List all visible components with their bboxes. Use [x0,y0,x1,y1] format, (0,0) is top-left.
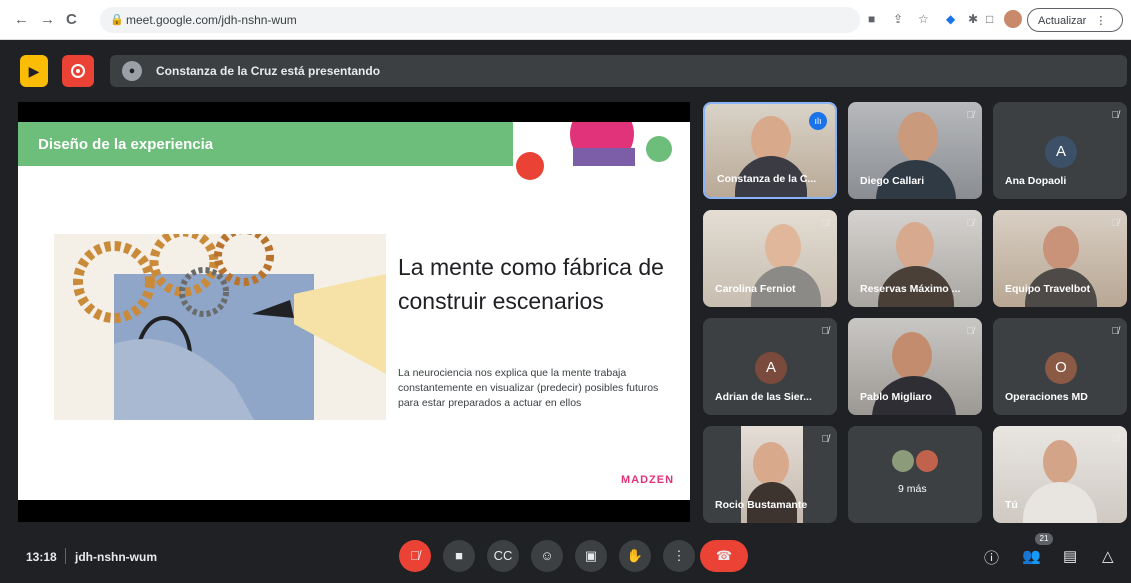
mic-off-icon: 🎙̸ [1111,326,1120,337]
mic-off-icon: 🎙̸ [1111,218,1120,229]
participant-face [898,112,938,162]
participant-avatar: O [1045,352,1077,384]
mic-toggle-button[interactable]: 🎙̸ [399,540,431,572]
presentation-view: Diseño de la experiencia La mente como f… [18,102,690,522]
update-button[interactable]: Actualizar ⋮ [1027,8,1123,32]
brand-logo: MADZEN [621,474,675,486]
people-icon[interactable]: 👥 [1022,547,1041,565]
more-options-button[interactable]: ⋮ [663,540,695,572]
participant-name: Equipo Travelbot [1005,283,1091,295]
participant-tile[interactable]: 🎙̸ Carolina Ferniot [703,210,837,307]
meeting-code: jdh-nshn-wum [75,550,157,564]
raise-hand-button[interactable]: ✋ [619,540,651,572]
participant-tile[interactable]: 🎙̸ Diego Callari [848,102,982,199]
participant-name: Pablo Migliaro [860,391,932,403]
decor-bar [573,148,635,166]
speaking-icon: ılı [809,112,827,130]
mic-off-icon: 🎙̸ [821,326,830,337]
participant-name: Reservas Máximo ... [860,283,961,295]
captions-button[interactable]: CC [487,540,519,572]
more-count: 9 más [898,483,927,495]
participant-avatar: A [755,352,787,384]
participant-face [1043,226,1079,270]
clock: 13:18 [26,550,57,564]
emoji-button[interactable]: ☺ [531,540,563,572]
participant-face [892,332,932,380]
participant-face [896,222,934,270]
decor-circle [516,152,544,180]
url-text: meet.google.com/jdh-nshn-wum [126,13,297,27]
participant-name: Adrian de las Sier... [715,391,812,403]
puzzle-icon[interactable]: ✱ [968,12,978,26]
more-participants-tile[interactable]: 9 más [848,426,982,523]
participant-avatar: A [1045,136,1077,168]
camera-toggle-button[interactable]: ■ [443,540,475,572]
presentation-bar: ▶ ● Constanza de la Cruz está presentand… [0,53,1131,89]
star-icon[interactable]: ☆ [918,12,929,26]
recording-button[interactable] [62,55,94,87]
participant-name: Constanza de la C... [717,173,817,185]
forward-icon[interactable]: → [40,11,55,28]
participant-name: Diego Callari [860,175,925,187]
mic-off-icon: 🎙̸ [821,218,830,229]
participant-face [765,224,801,270]
mic-off-icon: 🎙̸ [966,218,975,229]
participant-name: Tú [1005,499,1018,511]
slide: Diseño de la experiencia La mente como f… [18,122,690,500]
presenting-banner: ● Constanza de la Cruz está presentando [110,55,1127,87]
sidepanel-icon[interactable]: □ [986,12,993,26]
participant-face [753,442,789,486]
leave-call-button[interactable]: ☎ [700,540,748,572]
participant-tile[interactable]: ılı Constanza de la C... [703,102,837,199]
decor-circle [646,136,672,162]
self-tile[interactable]: 🎙̸ Tú [993,426,1127,523]
participant-tile[interactable]: 🎙̸ Reservas Máximo ... [848,210,982,307]
profile-avatar[interactable] [1004,10,1022,28]
back-icon[interactable]: ← [14,11,29,28]
slide-body: La neurociencia nos explica que la mente… [398,367,659,409]
presenting-text: Constanza de la Cruz está presentando [156,64,381,78]
mic-off-icon: 🎙̸ [821,434,830,445]
activity-icon[interactable]: ▶ [20,55,48,87]
reload-icon[interactable]: C [66,11,77,28]
participant-tile[interactable]: 🎙̸ Equipo Travelbot [993,210,1127,307]
participant-tile[interactable]: 🎙̸ A Ana Dopaoli [993,102,1127,199]
activities-icon[interactable]: △ [1102,547,1114,565]
info-icon[interactable]: ⓘ [984,547,999,568]
browser-toolbar: ← → C 🔒 meet.google.com/jdh-nshn-wum ■ ⇪… [0,0,1131,40]
participant-tile[interactable]: 🎙̸ O Operaciones MD [993,318,1127,415]
brain-gears-illustration [54,226,386,420]
address-bar[interactable]: 🔒 meet.google.com/jdh-nshn-wum [100,7,860,33]
participant-avatar [892,450,914,472]
share-icon[interactable]: ⇪ [893,12,903,26]
participant-name: Ana Dopaoli [1005,175,1067,187]
participant-tile[interactable]: 🎙̸ A Adrian de las Sier... [703,318,837,415]
chat-icon[interactable]: ▤ [1063,547,1077,565]
participant-name: Carolina Ferniot [715,283,796,295]
slide-heading: La mente como fábrica de construir escen… [398,254,664,314]
lock-icon: 🔒 [110,14,124,26]
extension-icon[interactable]: ◆ [946,12,955,26]
slide-banner: Diseño de la experiencia [18,122,513,166]
mic-off-icon: 🎙̸ [966,326,975,337]
meet-app: ▶ ● Constanza de la Cruz está presentand… [0,40,1131,583]
participant-name: Operaciones MD [1005,391,1088,403]
mic-off-icon: 🎙̸ [966,110,975,121]
divider [65,548,66,564]
present-button[interactable]: ▣ [575,540,607,572]
participant-name: Rocio Bustamante [715,499,808,511]
participant-count-badge: 21 [1035,533,1053,545]
participant-face [1043,440,1077,484]
presenter-icon: ● [122,61,142,81]
participant-tile[interactable]: 🎙̸ Rocio Bustamante [703,426,837,523]
participant-tile[interactable]: 🎙̸ Pablo Migliaro [848,318,982,415]
mic-off-icon: 🎙̸ [1111,434,1120,445]
mic-off-icon: 🎙̸ [1111,110,1120,121]
participant-avatar [916,450,938,472]
camera-icon[interactable]: ■ [868,12,875,26]
control-bar: 13:18 jdh-nshn-wum 🎙̸ ■ CC ☺ ▣ ✋ ⋮ ☎ ⓘ 2… [0,530,1131,583]
